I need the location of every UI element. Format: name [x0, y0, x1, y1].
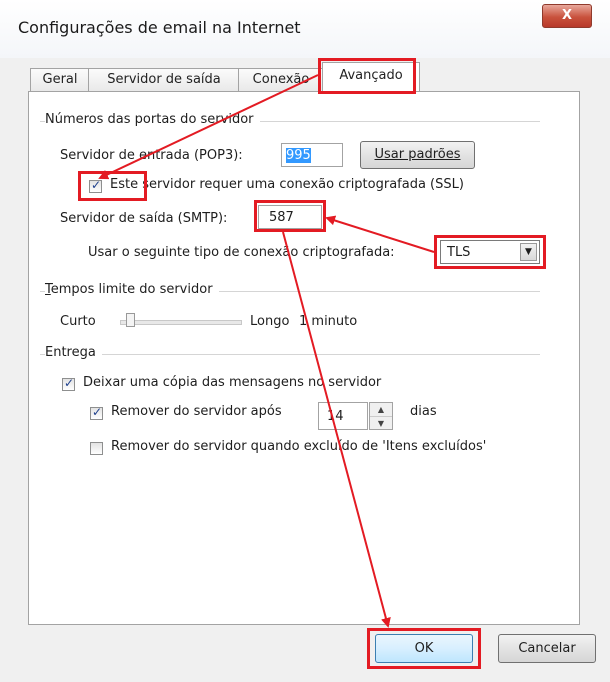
cancel-button[interactable]: Cancelar [498, 634, 596, 663]
dialog-window: Configurações de email na Internet X Ger… [0, 0, 610, 682]
timeout-slider-track[interactable] [120, 320, 242, 325]
ssl-checkbox[interactable] [89, 178, 102, 193]
chevron-down-icon[interactable]: ▼ [520, 243, 537, 261]
spin-up-icon[interactable]: ▲ [370, 403, 392, 417]
timeout-long-label: Longo [250, 314, 290, 329]
remove-after-checkbox[interactable] [90, 405, 103, 420]
close-button[interactable]: X [542, 4, 592, 28]
ports-group-label: Números das portas do servidor [45, 112, 260, 127]
remove-after-days-field[interactable]: 14 [318, 402, 368, 430]
days-label: dias [410, 404, 437, 419]
tab-conexao[interactable]: Conexão [238, 68, 324, 91]
delivery-group-divider [40, 354, 540, 355]
ssl-checkbox-label: Este servidor requer uma conexão criptog… [110, 177, 464, 192]
incoming-port-label: Servidor de entrada (POP3): [60, 148, 243, 163]
encryption-type-label: Usar o seguinte tipo de conexão criptogr… [88, 245, 395, 260]
ok-button[interactable]: OK [375, 634, 473, 663]
tab-geral[interactable]: Geral [30, 68, 90, 91]
incoming-port-field[interactable]: 995 [281, 143, 343, 167]
outgoing-port-label: Servidor de saída (SMTP): [60, 211, 228, 226]
spin-down-icon[interactable]: ▼ [370, 417, 392, 430]
window-title: Configurações de email na Internet [18, 18, 301, 37]
encryption-type-value: TLS [447, 245, 471, 260]
tab-servidor-de-saida[interactable]: Servidor de saída [88, 68, 240, 91]
encryption-type-select[interactable]: TLS ▼ [440, 240, 540, 264]
keep-copy-checkbox[interactable] [62, 376, 75, 391]
remove-deleted-checkbox[interactable] [90, 442, 103, 455]
tab-panel-avancado [28, 91, 580, 625]
timeout-short-label: Curto [60, 314, 96, 329]
timeout-slider-thumb[interactable] [126, 313, 135, 327]
timeout-value: 1 minuto [299, 314, 358, 329]
remove-after-label: Remover do servidor após [111, 404, 282, 419]
timeouts-group-label: Tempos limite do servidor [45, 282, 219, 297]
days-spinner[interactable]: ▲ ▼ [369, 402, 393, 430]
remove-deleted-label: Remover do servidor quando excluído de '… [111, 439, 487, 454]
keep-copy-label: Deixar uma cópia das mensagens no servid… [83, 375, 382, 390]
tab-avancado[interactable]: Avançado [322, 62, 420, 93]
use-defaults-button[interactable]: Usar padrões [360, 141, 475, 169]
use-defaults-label: Usar padrões [374, 147, 461, 162]
delivery-group-label: Entrega [45, 345, 102, 360]
title-bar: Configurações de email na Internet X [0, 0, 610, 58]
outgoing-port-field[interactable]: 587 [258, 205, 322, 229]
incoming-port-value: 995 [286, 148, 311, 163]
